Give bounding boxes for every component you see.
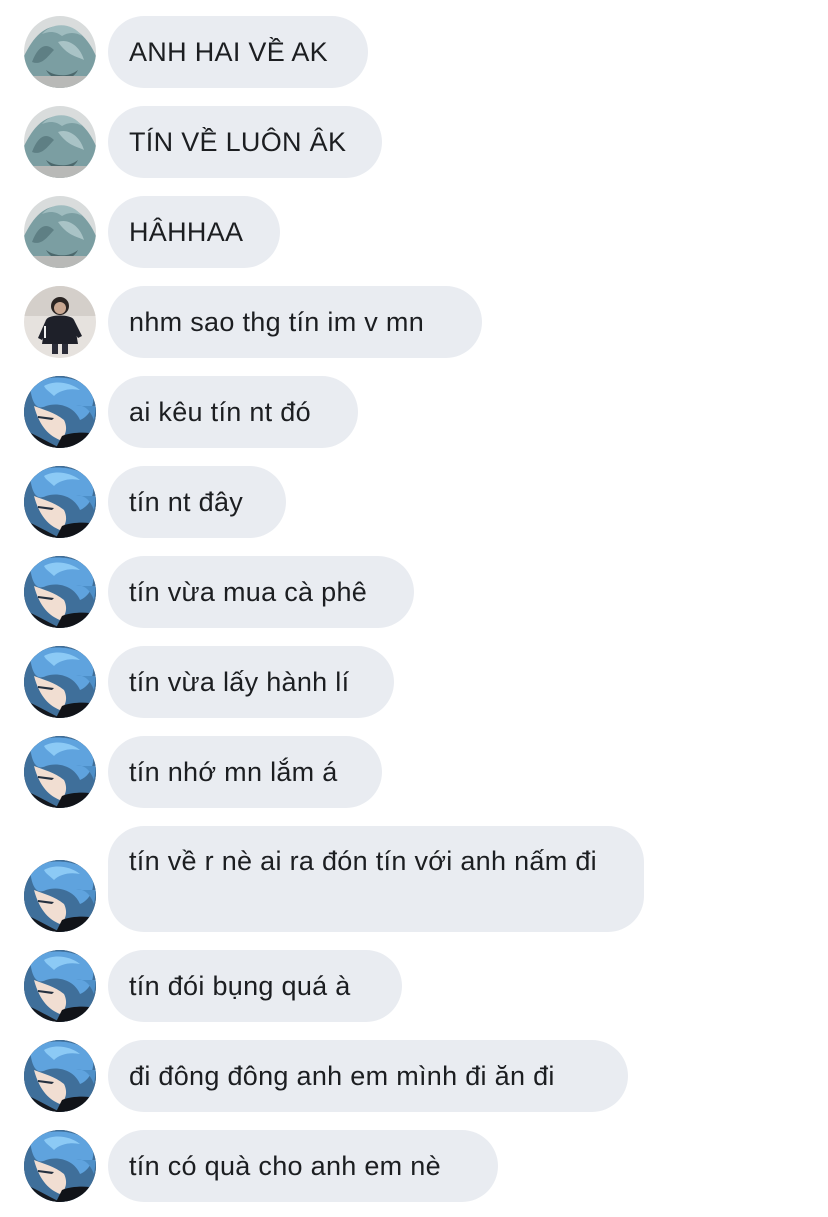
sender-avatar[interactable] bbox=[24, 646, 96, 718]
blue-hair-avatar-icon bbox=[24, 736, 96, 808]
sender-avatar[interactable] bbox=[24, 286, 96, 358]
message-text: tín nt đây bbox=[129, 487, 244, 517]
sender-avatar[interactable] bbox=[24, 950, 96, 1022]
message-bubble[interactable]: ANH HAI VỀ AK bbox=[108, 16, 368, 88]
message-bubble[interactable]: TÍN VỀ LUÔN ÂK bbox=[108, 106, 382, 178]
sender-avatar[interactable] bbox=[24, 196, 96, 268]
message-bubble[interactable]: tín có quà cho anh em nè bbox=[108, 1130, 498, 1202]
sender-avatar[interactable] bbox=[24, 736, 96, 808]
blue-hair-avatar-icon bbox=[24, 376, 96, 448]
sender-avatar[interactable] bbox=[24, 16, 96, 88]
message-bubble[interactable]: tín vừa mua cà phê bbox=[108, 556, 414, 628]
chat-message-list[interactable]: ANH HAI VỀ AK TÍN VỀ LUÔN ÂK HÂHHAA nhm … bbox=[0, 0, 828, 1217]
message-bubble[interactable]: đi đông đông anh em mình đi ăn đi bbox=[108, 1040, 628, 1112]
blue-hair-avatar-icon bbox=[24, 1130, 96, 1202]
dark-clothing-person-avatar-icon bbox=[24, 286, 96, 358]
sender-avatar[interactable] bbox=[24, 376, 96, 448]
message-text: HÂHHAA bbox=[129, 217, 244, 247]
message-text: ai kêu tín nt đó bbox=[129, 397, 311, 427]
message-bubble[interactable]: tín đói bụng quá à bbox=[108, 950, 402, 1022]
sender-avatar[interactable] bbox=[24, 556, 96, 628]
message-text: tín về r nè ai ra đón tín với anh nấm đi bbox=[129, 846, 597, 876]
message-text: tín vừa lấy hành lí bbox=[129, 667, 350, 697]
message-bubble[interactable]: ai kêu tín nt đó bbox=[108, 376, 358, 448]
message-text: nhm sao thg tín im v mn bbox=[129, 307, 425, 337]
message-text: tín vừa mua cà phê bbox=[129, 577, 368, 607]
message-text: tín nhớ mn lắm á bbox=[129, 757, 338, 787]
sender-avatar[interactable] bbox=[24, 106, 96, 178]
message-bubble[interactable]: nhm sao thg tín im v mn bbox=[108, 286, 482, 358]
message-bubble[interactable]: tín nhớ mn lắm á bbox=[108, 736, 382, 808]
sender-avatar[interactable] bbox=[24, 466, 96, 538]
message-bubble[interactable]: tín vừa lấy hành lí bbox=[108, 646, 394, 718]
message-text: tín có quà cho anh em nè bbox=[129, 1151, 441, 1181]
message-text: tín đói bụng quá à bbox=[129, 971, 351, 1001]
message-bubble[interactable]: tín về r nè ai ra đón tín với anh nấm đi bbox=[108, 826, 644, 932]
blue-hair-avatar-icon bbox=[24, 1040, 96, 1112]
blue-hair-avatar-icon bbox=[24, 556, 96, 628]
grey-blue-hair-avatar-icon bbox=[24, 16, 96, 88]
message-text: đi đông đông anh em mình đi ăn đi bbox=[129, 1061, 555, 1091]
sender-avatar[interactable] bbox=[24, 860, 96, 932]
blue-hair-avatar-icon bbox=[24, 950, 96, 1022]
message-bubble[interactable]: tín nt đây bbox=[108, 466, 286, 538]
message-text: TÍN VỀ LUÔN ÂK bbox=[129, 127, 347, 157]
blue-hair-avatar-icon bbox=[24, 466, 96, 538]
grey-blue-hair-avatar-icon bbox=[24, 106, 96, 178]
blue-hair-avatar-icon bbox=[24, 646, 96, 718]
sender-avatar[interactable] bbox=[24, 1130, 96, 1202]
grey-blue-hair-avatar-icon bbox=[24, 196, 96, 268]
sender-avatar[interactable] bbox=[24, 1040, 96, 1112]
blue-hair-avatar-icon bbox=[24, 860, 96, 932]
message-bubble[interactable]: HÂHHAA bbox=[108, 196, 280, 268]
message-text: ANH HAI VỀ AK bbox=[129, 37, 328, 67]
